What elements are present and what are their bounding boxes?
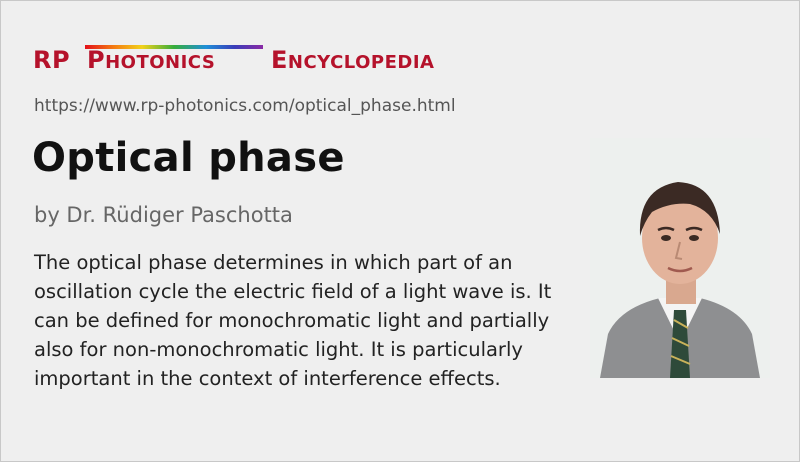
- page-title: Optical phase: [32, 135, 345, 181]
- brand-photonics: PHOTONICS: [87, 46, 216, 74]
- brand-logo: RP PHOTONICS ENCYCLOPEDIA: [31, 41, 461, 73]
- preview-card: RP PHOTONICS ENCYCLOPEDIA https://www.rp…: [0, 0, 800, 462]
- author-byline: by Dr. Rüdiger Paschotta: [34, 203, 293, 227]
- author-portrait: [590, 138, 770, 378]
- brand-rp: RP: [33, 46, 71, 74]
- page-url[interactable]: https://www.rp-photonics.com/optical_pha…: [34, 96, 456, 116]
- article-summary: The optical phase determines in which pa…: [34, 251, 552, 390]
- brand-encyclopedia: ENCYCLOPEDIA: [271, 46, 435, 74]
